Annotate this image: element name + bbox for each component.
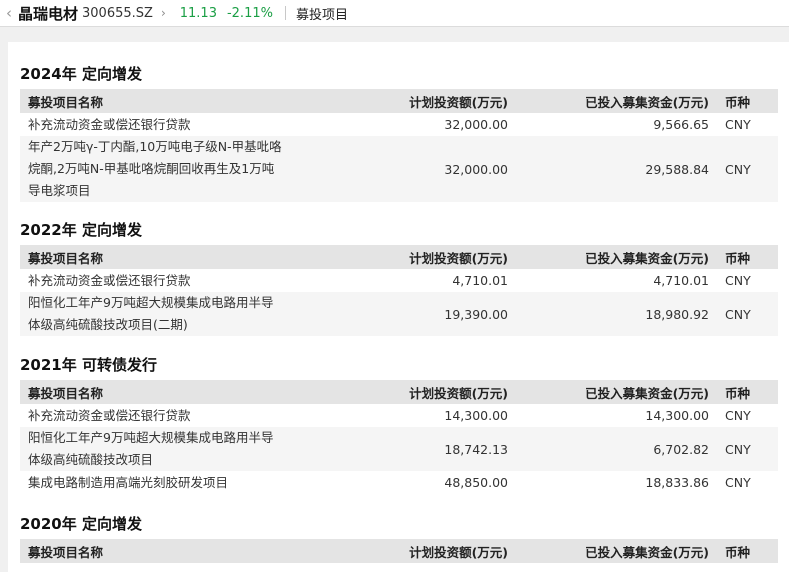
col-header-invested: 已投入募集资金(万元): [516, 89, 717, 113]
projects-table: 募投项目名称 计划投资额(万元) 已投入募集资金(万元) 币种 补充流动资金或偿…: [20, 380, 778, 494]
projects-table: 募投项目名称 计划投资额(万元) 已投入募集资金(万元) 币种 补充流动资金或偿…: [20, 245, 778, 336]
planned-amount: 32,000.00: [444, 117, 508, 132]
currency: CNY: [725, 408, 751, 423]
col-header-invested: 已投入募集资金(万元): [516, 539, 717, 563]
col-header-name: 募投项目名称: [20, 89, 310, 113]
currency: CNY: [725, 273, 751, 288]
col-header-planned: 计划投资额(万元): [310, 245, 516, 269]
stock-code: 300655.SZ: [82, 5, 153, 21]
stock-name: 晶瑞电材: [18, 4, 79, 23]
col-header-currency: 币种: [717, 245, 778, 269]
table-row: 阳恒化工年产9万吨超大规模集成电路用半导 体级高纯硫酸技改项目(二期) 19,3…: [20, 292, 778, 336]
project-name-line: 年产2万吨γ-丁内酯,10万吨电子级N-甲基吡咯: [28, 139, 282, 154]
col-header-currency: 币种: [717, 539, 778, 563]
project-name: 补充流动资金或偿还银行贷款: [20, 404, 310, 427]
project-name: 阳恒化工年产9万吨超大规模集成电路用半导 体级高纯硫酸技改项目: [20, 427, 310, 471]
table-row: 年产2万吨γ-丁内酯,10万吨电子级N-甲基吡咯 烷酮,2万吨N-甲基吡咯烷酮回…: [20, 136, 778, 202]
header-divider: [284, 6, 286, 20]
planned-amount: 14,300.00: [444, 408, 508, 423]
project-name: 阳恒化工年产9万吨超大规模集成电路用半导 体级高纯硫酸技改项目(二期): [20, 292, 310, 336]
price-change-percent: -2.11%: [226, 5, 273, 21]
project-name: 集成电路制造用高端光刻胶研发项目: [20, 471, 310, 494]
col-header-name: 募投项目名称: [20, 245, 310, 269]
table-header-row: 募投项目名称 计划投资额(万元) 已投入募集资金(万元) 币种: [20, 380, 778, 404]
planned-amount: 32,000.00: [310, 136, 516, 202]
col-header-currency: 币种: [717, 89, 778, 113]
project-name: 补充流动资金或偿还银行贷款: [20, 269, 310, 292]
col-header-name: 募投项目名称: [20, 539, 310, 563]
project-name-line: 导电浆项目: [28, 183, 91, 198]
section-2020: 2020年 定向增发 募投项目名称 计划投资额(万元) 已投入募集资金(万元) …: [20, 509, 778, 563]
section-title: 2022年 定向增发: [20, 221, 142, 239]
invested-amount: 9,566.65: [653, 117, 709, 132]
planned-amount: 18,742.13: [310, 427, 516, 471]
projects-table: 募投项目名称 计划投资额(万元) 已投入募集资金(万元) 币种 补充流动资金或偿…: [20, 89, 778, 202]
col-header-invested: 已投入募集资金(万元): [516, 380, 717, 404]
planned-amount: 19,390.00: [310, 292, 516, 336]
col-header-invested: 已投入募集资金(万元): [516, 245, 717, 269]
col-header-planned: 计划投资额(万元): [310, 539, 516, 563]
planned-amount: 48,850.00: [444, 475, 508, 490]
table-header-row: 募投项目名称 计划投资额(万元) 已投入募集资金(万元) 币种: [20, 539, 778, 563]
section-2022: 2022年 定向增发 募投项目名称 计划投资额(万元) 已投入募集资金(万元) …: [20, 215, 778, 336]
project-name-line: 集成电路制造用高端光刻胶研发项目: [28, 474, 229, 490]
invested-amount: 18,833.86: [645, 475, 709, 490]
table-header-row: 募投项目名称 计划投资额(万元) 已投入募集资金(万元) 币种: [20, 89, 778, 113]
stock-price: 11.13: [179, 5, 217, 21]
project-name-line: 阳恒化工年产9万吨超大规模集成电路用半导: [28, 430, 274, 445]
invested-amount: 18,980.92: [516, 292, 717, 336]
project-name: 年产2万吨γ-丁内酯,10万吨电子级N-甲基吡咯 烷酮,2万吨N-甲基吡咯烷酮回…: [20, 136, 310, 202]
currency: CNY: [717, 136, 778, 202]
chevron-left-icon[interactable]: ‹: [0, 4, 18, 22]
table-row: 阳恒化工年产9万吨超大规模集成电路用半导 体级高纯硫酸技改项目 18,742.1…: [20, 427, 778, 471]
project-name-line: 补充流动资金或偿还银行贷款: [28, 407, 191, 423]
currency: CNY: [725, 475, 751, 490]
invested-amount: 6,702.82: [516, 427, 717, 471]
col-header-planned: 计划投资额(万元): [310, 89, 516, 113]
section-2024: 2024年 定向增发 募投项目名称 计划投资额(万元) 已投入募集资金(万元) …: [20, 59, 778, 202]
currency: CNY: [717, 292, 778, 336]
section-2021: 2021年 可转债发行 募投项目名称 计划投资额(万元) 已投入募集资金(万元)…: [20, 350, 778, 494]
col-header-name: 募投项目名称: [20, 380, 310, 404]
invested-amount: 14,300.00: [645, 408, 709, 423]
table-header-row: 募投项目名称 计划投资额(万元) 已投入募集资金(万元) 币种: [20, 245, 778, 269]
table-row: 补充流动资金或偿还银行贷款 32,000.00 9,566.65 CNY: [20, 113, 778, 136]
table-row: 补充流动资金或偿还银行贷款 14,300.00 14,300.00 CNY: [20, 404, 778, 427]
currency: CNY: [725, 117, 751, 132]
section-title: 2024年 定向增发: [20, 65, 142, 83]
project-name-line: 补充流动资金或偿还银行贷款: [28, 116, 191, 132]
projects-table: 募投项目名称 计划投资额(万元) 已投入募集资金(万元) 币种: [20, 539, 778, 563]
col-header-currency: 币种: [717, 380, 778, 404]
project-name-line: 补充流动资金或偿还银行贷款: [28, 272, 191, 288]
section-title: 2021年 可转债发行: [20, 356, 157, 374]
project-name-line: 体级高纯硫酸技改项目(二期): [28, 317, 188, 332]
project-name-line: 体级高纯硫酸技改项目: [28, 452, 154, 467]
fundraising-projects-panel[interactable]: 2024年 定向增发 募投项目名称 计划投资额(万元) 已投入募集资金(万元) …: [8, 42, 789, 572]
project-name-line: 烷酮,2万吨N-甲基吡咯烷酮回收再生及1万吨: [28, 161, 275, 176]
stock-header-bar: ‹ 晶瑞电材 300655.SZ › 11.13 -2.11% 募投项目: [0, 0, 789, 27]
invested-amount: 29,588.84: [516, 136, 717, 202]
invested-amount: 4,710.01: [653, 273, 709, 288]
planned-amount: 4,710.01: [452, 273, 508, 288]
project-name-line: 阳恒化工年产9万吨超大规模集成电路用半导: [28, 295, 274, 310]
page-title: 募投项目: [295, 7, 348, 23]
section-title: 2020年 定向增发: [20, 515, 142, 533]
col-header-planned: 计划投资额(万元): [310, 380, 516, 404]
table-row: 集成电路制造用高端光刻胶研发项目 48,850.00 18,833.86 CNY: [20, 471, 778, 494]
currency: CNY: [717, 427, 778, 471]
table-row: 补充流动资金或偿还银行贷款 4,710.01 4,710.01 CNY: [20, 269, 778, 292]
project-name: 补充流动资金或偿还银行贷款: [20, 113, 310, 136]
chevron-right-icon[interactable]: ›: [161, 6, 166, 20]
